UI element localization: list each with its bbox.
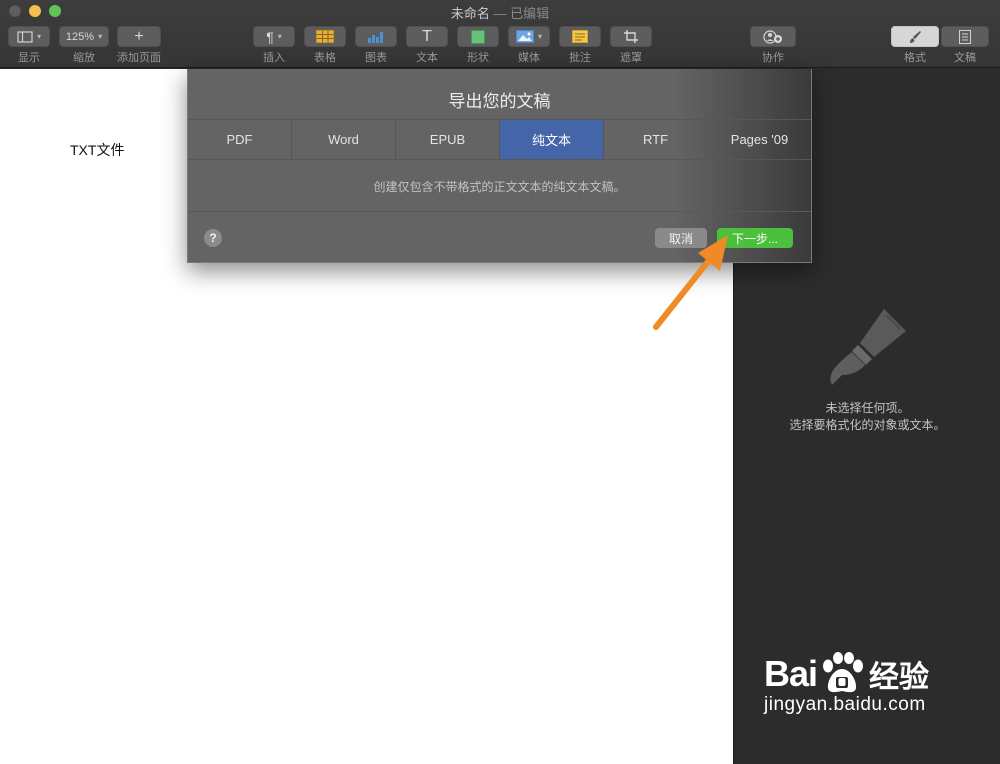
inspector-message-line2: 选择要格式化的对象或文本。 xyxy=(789,418,946,432)
shape-button[interactable] xyxy=(457,26,499,47)
chevron-down-icon: ▾ xyxy=(36,32,41,41)
tab-epub[interactable]: EPUB xyxy=(396,120,500,159)
dialog-divider xyxy=(188,211,811,212)
zoom-value: 125% xyxy=(65,30,95,43)
tab-plain-text[interactable]: 纯文本 xyxy=(500,120,604,159)
chart-button[interactable] xyxy=(355,26,397,47)
chevron-down-icon: ▾ xyxy=(98,32,103,41)
tab-rtf[interactable]: RTF xyxy=(604,120,708,159)
view-control: ▾ 显示 xyxy=(8,26,50,65)
shape-label: 形状 xyxy=(467,52,489,64)
chevron-down-icon: ▾ xyxy=(277,32,282,41)
mask-button[interactable] xyxy=(610,26,652,47)
table-label: 表格 xyxy=(314,52,336,64)
insert-control: ¶ ▾ 插入 xyxy=(253,26,295,65)
edit-status: 已编辑 xyxy=(510,6,550,21)
format-button[interactable] xyxy=(891,26,939,47)
comment-button[interactable] xyxy=(559,26,601,47)
document-label: 文稿 xyxy=(954,52,976,64)
watermark-url: jingyan.baidu.com xyxy=(764,694,926,715)
shape-icon xyxy=(471,29,485,44)
format-label: 格式 xyxy=(904,52,926,64)
annotation-arrow xyxy=(653,235,728,330)
table-button[interactable] xyxy=(304,26,346,47)
chart-control: 图表 xyxy=(355,26,397,65)
photo-icon xyxy=(515,30,534,43)
window-title: 未命名 — 已编辑 xyxy=(0,3,1000,22)
zoom-select[interactable]: 125% ▾ xyxy=(59,26,109,47)
baidu-paw-logo xyxy=(823,652,864,693)
shape-control: 形状 xyxy=(457,26,499,65)
help-button[interactable]: ? xyxy=(204,229,222,247)
tab-pages-09[interactable]: Pages '09 xyxy=(708,120,811,159)
table-icon xyxy=(316,30,334,43)
text-icon: T xyxy=(422,27,432,45)
mask-control: 遮罩 xyxy=(610,26,652,65)
document-button[interactable] xyxy=(941,26,989,47)
title-separator: — xyxy=(489,6,511,21)
text-label: 文本 xyxy=(416,52,438,64)
zoom-label: 缩放 xyxy=(73,52,95,64)
insert-label: 插入 xyxy=(263,52,285,64)
view-label: 显示 xyxy=(18,52,40,64)
insert-button[interactable]: ¶ ▾ xyxy=(253,26,295,47)
text-box-button[interactable]: T xyxy=(406,26,448,47)
media-control: ▾ 媒体 xyxy=(508,26,550,65)
tab-word[interactable]: Word xyxy=(292,120,396,159)
watermark-jingyan-text: 经验 xyxy=(869,661,930,694)
add-page-button[interactable]: + xyxy=(117,26,161,47)
paintbrush-icon xyxy=(910,30,921,43)
plus-icon: + xyxy=(134,27,144,45)
format-control: 格式 xyxy=(891,26,939,65)
media-label: 媒体 xyxy=(518,52,540,64)
dialog-title: 导出您的文稿 xyxy=(448,92,551,111)
baidu-jingyan-watermark: Bai 经验 jingyan.baidu.com xyxy=(764,652,929,716)
chart-label: 图表 xyxy=(365,52,387,64)
sidebar-icon xyxy=(17,30,33,43)
export-format-tabs: PDF Word EPUB 纯文本 RTF Pages '09 xyxy=(188,119,811,160)
zoom-control: 125% ▾ 缩放 xyxy=(59,26,109,65)
chevron-down-icon: ▾ xyxy=(537,32,542,41)
comment-control: 批注 xyxy=(559,26,601,65)
watermark-bai-text: Bai xyxy=(764,653,818,694)
add-person-icon xyxy=(763,29,782,44)
document-icon xyxy=(959,29,971,44)
comment-icon xyxy=(572,30,588,43)
pilcrow-icon: ¶ xyxy=(266,28,274,45)
document-control: 文稿 xyxy=(941,26,989,65)
collaborate-control: 协作 xyxy=(750,26,796,65)
inspector-message-line1: 未选择任何项。 xyxy=(825,401,910,415)
view-button[interactable]: ▾ xyxy=(8,26,50,47)
add-page-label: 添加页面 xyxy=(117,52,161,64)
inspector-message: 未选择任何项。 选择要格式化的对象或文本。 xyxy=(734,400,1000,434)
add-page-control: + 添加页面 xyxy=(117,26,161,65)
table-control: 表格 xyxy=(304,26,346,65)
format-description: 创建仅包含不带格式的正文文本的纯文本文稿。 xyxy=(373,180,626,194)
crop-icon xyxy=(624,30,638,43)
bar-chart-icon xyxy=(368,32,383,43)
document-body-text[interactable]: TXT文件 xyxy=(70,140,124,160)
tab-pdf[interactable]: PDF xyxy=(188,120,292,159)
toolbar: 未命名 — 已编辑 ▾ 显示 125% ▾ 缩放 + 添加页面 ¶ ▾ 插入 表… xyxy=(0,0,1000,68)
watermark-brand: Bai 经验 xyxy=(764,652,929,696)
mask-label: 遮罩 xyxy=(620,52,642,64)
collaborate-button[interactable] xyxy=(750,26,796,47)
paintbrush-icon xyxy=(830,309,906,385)
text-control: T 文本 xyxy=(406,26,448,65)
collaborate-label: 协作 xyxy=(762,52,784,64)
comment-label: 批注 xyxy=(569,52,591,64)
document-name: 未命名 xyxy=(450,6,490,21)
media-button[interactable]: ▾ xyxy=(508,26,550,47)
